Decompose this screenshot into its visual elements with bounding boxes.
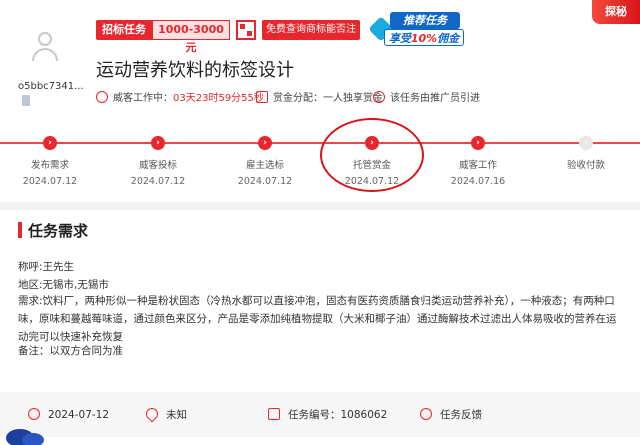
step-working: › 威客工作 2024.07.16 <box>450 136 506 187</box>
feedback-link[interactable]: 任务反馈 <box>420 407 482 423</box>
task-number: 任务编号：1086062 <box>268 407 387 423</box>
task-detail-page: o5bbc7341... 招标任务 1000-3000元 免费查询商标能否注册 … <box>0 0 640 445</box>
section-divider <box>0 202 640 210</box>
page-title: 运动营养饮料的标签设计 <box>96 60 294 81</box>
document-icon <box>268 408 280 420</box>
avatar-icon[interactable] <box>30 30 60 64</box>
step-acceptance: › 验收付款 <box>566 136 605 171</box>
section-marker <box>18 222 22 238</box>
referral-info: 该任务由推广员引进 <box>373 91 480 107</box>
location-pin-icon <box>143 405 161 423</box>
section-title: 任务需求 <box>28 222 89 240</box>
chevron-right-icon: › <box>579 136 593 150</box>
chevron-right-icon: › <box>258 136 272 150</box>
budget-badge: 1000-3000元 <box>152 20 230 54</box>
work-status: 威客工作中：03天23时59分55秒 <box>96 91 264 107</box>
step-publish: › 发布需求 2024.07.12 <box>22 136 78 187</box>
promo-line1: 推荐任务 <box>390 12 460 29</box>
contact-name: 称呼:王先生 <box>18 261 75 273</box>
feedback-icon <box>420 408 432 420</box>
recommended-task-banner: 推荐任务 享受10%佣金 <box>368 12 480 46</box>
step-bidding: › 威客投标 2024.07.12 <box>130 136 186 187</box>
highlight-annotation-circle <box>320 118 424 192</box>
reward-distribution: 赏金分配：一人独享赏金 <box>256 91 383 107</box>
username[interactable]: o5bbc7341... <box>18 81 84 92</box>
chat-bubble-icon[interactable] <box>6 425 50 445</box>
countdown: 03天23时59分55秒 <box>173 93 264 104</box>
clock-icon <box>28 408 40 420</box>
chevron-right-icon: › <box>471 136 485 150</box>
task-info-footer: 2024-07-12 未知 任务编号：1086062 任务反馈 <box>0 392 640 437</box>
money-icon <box>256 91 268 103</box>
corner-tag[interactable]: 探秘 <box>592 0 640 24</box>
qr-code-icon[interactable] <box>236 20 256 40</box>
publish-date: 2024-07-12 <box>28 407 109 423</box>
trademark-query-button[interactable]: 免费查询商标能否注册 <box>262 20 360 55</box>
promo-line2: 享受10%佣金 <box>384 29 464 46</box>
user-badge-icon <box>22 95 30 106</box>
chevron-right-icon: › <box>43 136 57 150</box>
clock-icon <box>96 91 108 103</box>
chevron-right-icon: › <box>151 136 165 150</box>
task-type-badge: 招标任务 <box>96 20 152 40</box>
requirement-note: 备注：以双方合同为准 <box>18 345 123 357</box>
location: 未知 <box>143 405 187 423</box>
step-selection: › 雇主选标 2024.07.12 <box>237 136 293 187</box>
referral-icon <box>373 91 385 103</box>
requirement-description: 需求:饮料厂，两种形似一种是粉状固态（冷热水都可以直接冲泡，固态有医药资质膳食归… <box>18 295 617 343</box>
